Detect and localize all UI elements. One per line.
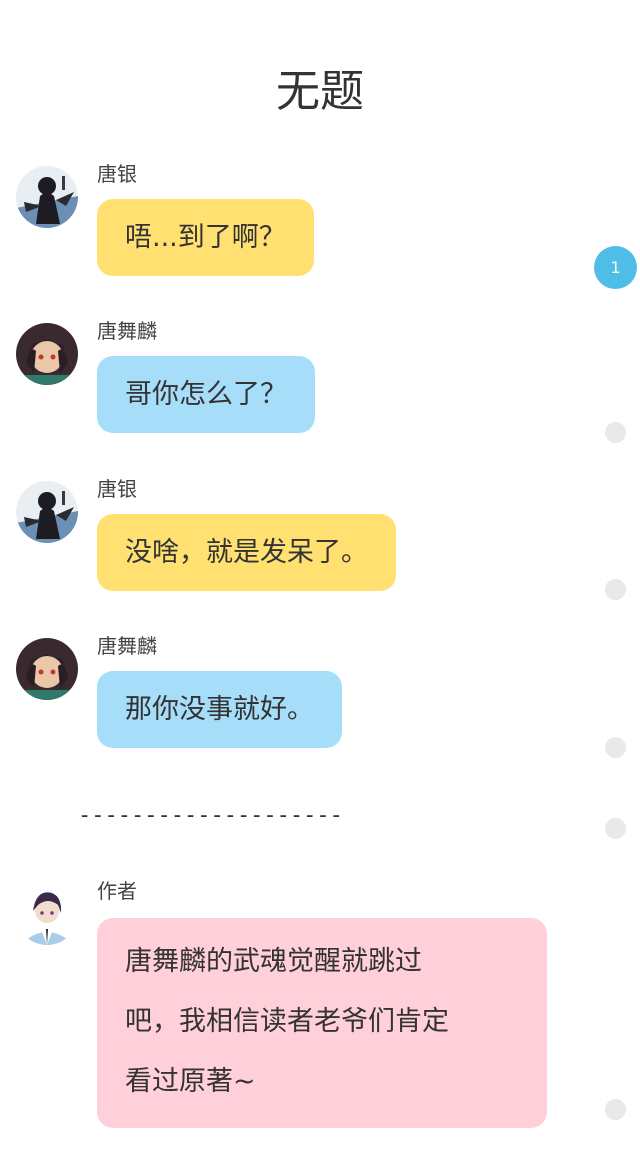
section-divider: -------------------- — [78, 803, 343, 828]
tangwulin-avatar[interactable] — [16, 638, 78, 700]
chat-message: 唐银 没啥，就是发呆了。 — [0, 475, 600, 595]
author-avatar[interactable] — [16, 883, 78, 945]
page-indicator[interactable] — [605, 737, 626, 758]
message-bubble: 哥你怎么了？ — [97, 356, 315, 433]
page-title: 无题 — [276, 66, 364, 117]
chat-message: 唐银 唔...到了啊？ — [0, 160, 600, 280]
chat-message: 唐舞麟 哥你怎么了？ — [0, 317, 600, 437]
message-bubble: 那你没事就好。 — [97, 671, 342, 748]
message-line: 唐舞麟的武魂觉醒就跳过 — [125, 946, 422, 977]
page-indicator[interactable] — [605, 579, 626, 600]
message-bubble: 唔...到了啊？ — [97, 199, 314, 276]
tangyin-avatar[interactable] — [16, 481, 78, 543]
message-bubble: 唐舞麟的武魂觉醒就跳过 吧，我相信读者老爷们肯定 看过原著~ — [97, 918, 547, 1128]
page-indicator-active[interactable]: 1 — [594, 246, 637, 289]
sender-name: 唐舞麟 — [97, 319, 157, 343]
tangwulin-avatar[interactable] — [16, 323, 78, 385]
sender-name: 唐舞麟 — [97, 634, 157, 658]
tangyin-avatar[interactable] — [16, 166, 78, 228]
chat-message: 作者 唐舞麟的武魂觉醒就跳过 吧，我相信读者老爷们肯定 看过原著~ — [0, 877, 600, 1128]
message-line: 看过原著~ — [125, 1066, 256, 1097]
sender-name: 作者 — [97, 879, 137, 903]
chat-message: 唐舞麟 那你没事就好。 — [0, 632, 600, 752]
sender-name: 唐银 — [97, 162, 137, 186]
sender-name: 唐银 — [97, 477, 137, 501]
page-indicator[interactable] — [605, 422, 626, 443]
message-bubble: 没啥，就是发呆了。 — [97, 514, 396, 591]
message-line: 吧，我相信读者老爷们肯定 — [125, 1006, 449, 1037]
page-indicator[interactable] — [605, 1099, 626, 1120]
page-indicator[interactable] — [605, 818, 626, 839]
